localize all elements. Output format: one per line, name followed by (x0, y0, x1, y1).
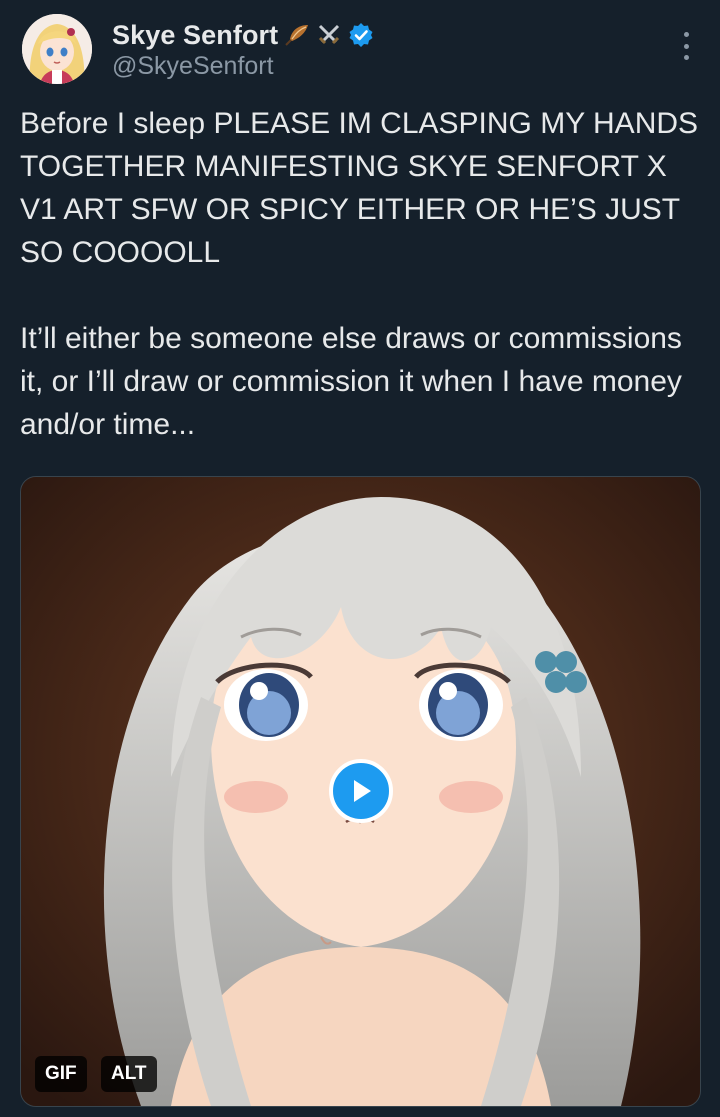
play-icon (354, 780, 371, 802)
more-options-icon[interactable] (678, 32, 694, 60)
verified-badge-icon (348, 22, 374, 48)
tweet-paragraph: It’ll either be someone else draws or co… (20, 322, 682, 441)
more-dot (683, 32, 689, 37)
tweet-text: Before I sleep PLEASE IM CLASPING MY HAN… (20, 102, 700, 446)
anime-girl-avatar-image (22, 14, 92, 84)
name-row: Skye Senfort (112, 18, 374, 52)
display-name[interactable]: Skye Senfort (112, 20, 278, 51)
more-dot (683, 43, 689, 49)
play-button[interactable] (329, 759, 393, 823)
crossed-swords-icon (316, 22, 342, 48)
avatar[interactable] (22, 14, 92, 84)
alt-text-button[interactable]: ALT (101, 1056, 157, 1092)
more-dot (683, 55, 689, 60)
gif-media[interactable]: GIF ALT (20, 476, 701, 1107)
handle[interactable]: @SkyeSenfort (112, 52, 274, 81)
tweet-paragraph: Before I sleep PLEASE IM CLASPING MY HAN… (20, 107, 699, 269)
tweet-header: Skye Senfort @SkyeSenfort (20, 14, 700, 88)
feather-emoji-icon (284, 23, 310, 47)
gif-badge: GIF (35, 1056, 87, 1092)
